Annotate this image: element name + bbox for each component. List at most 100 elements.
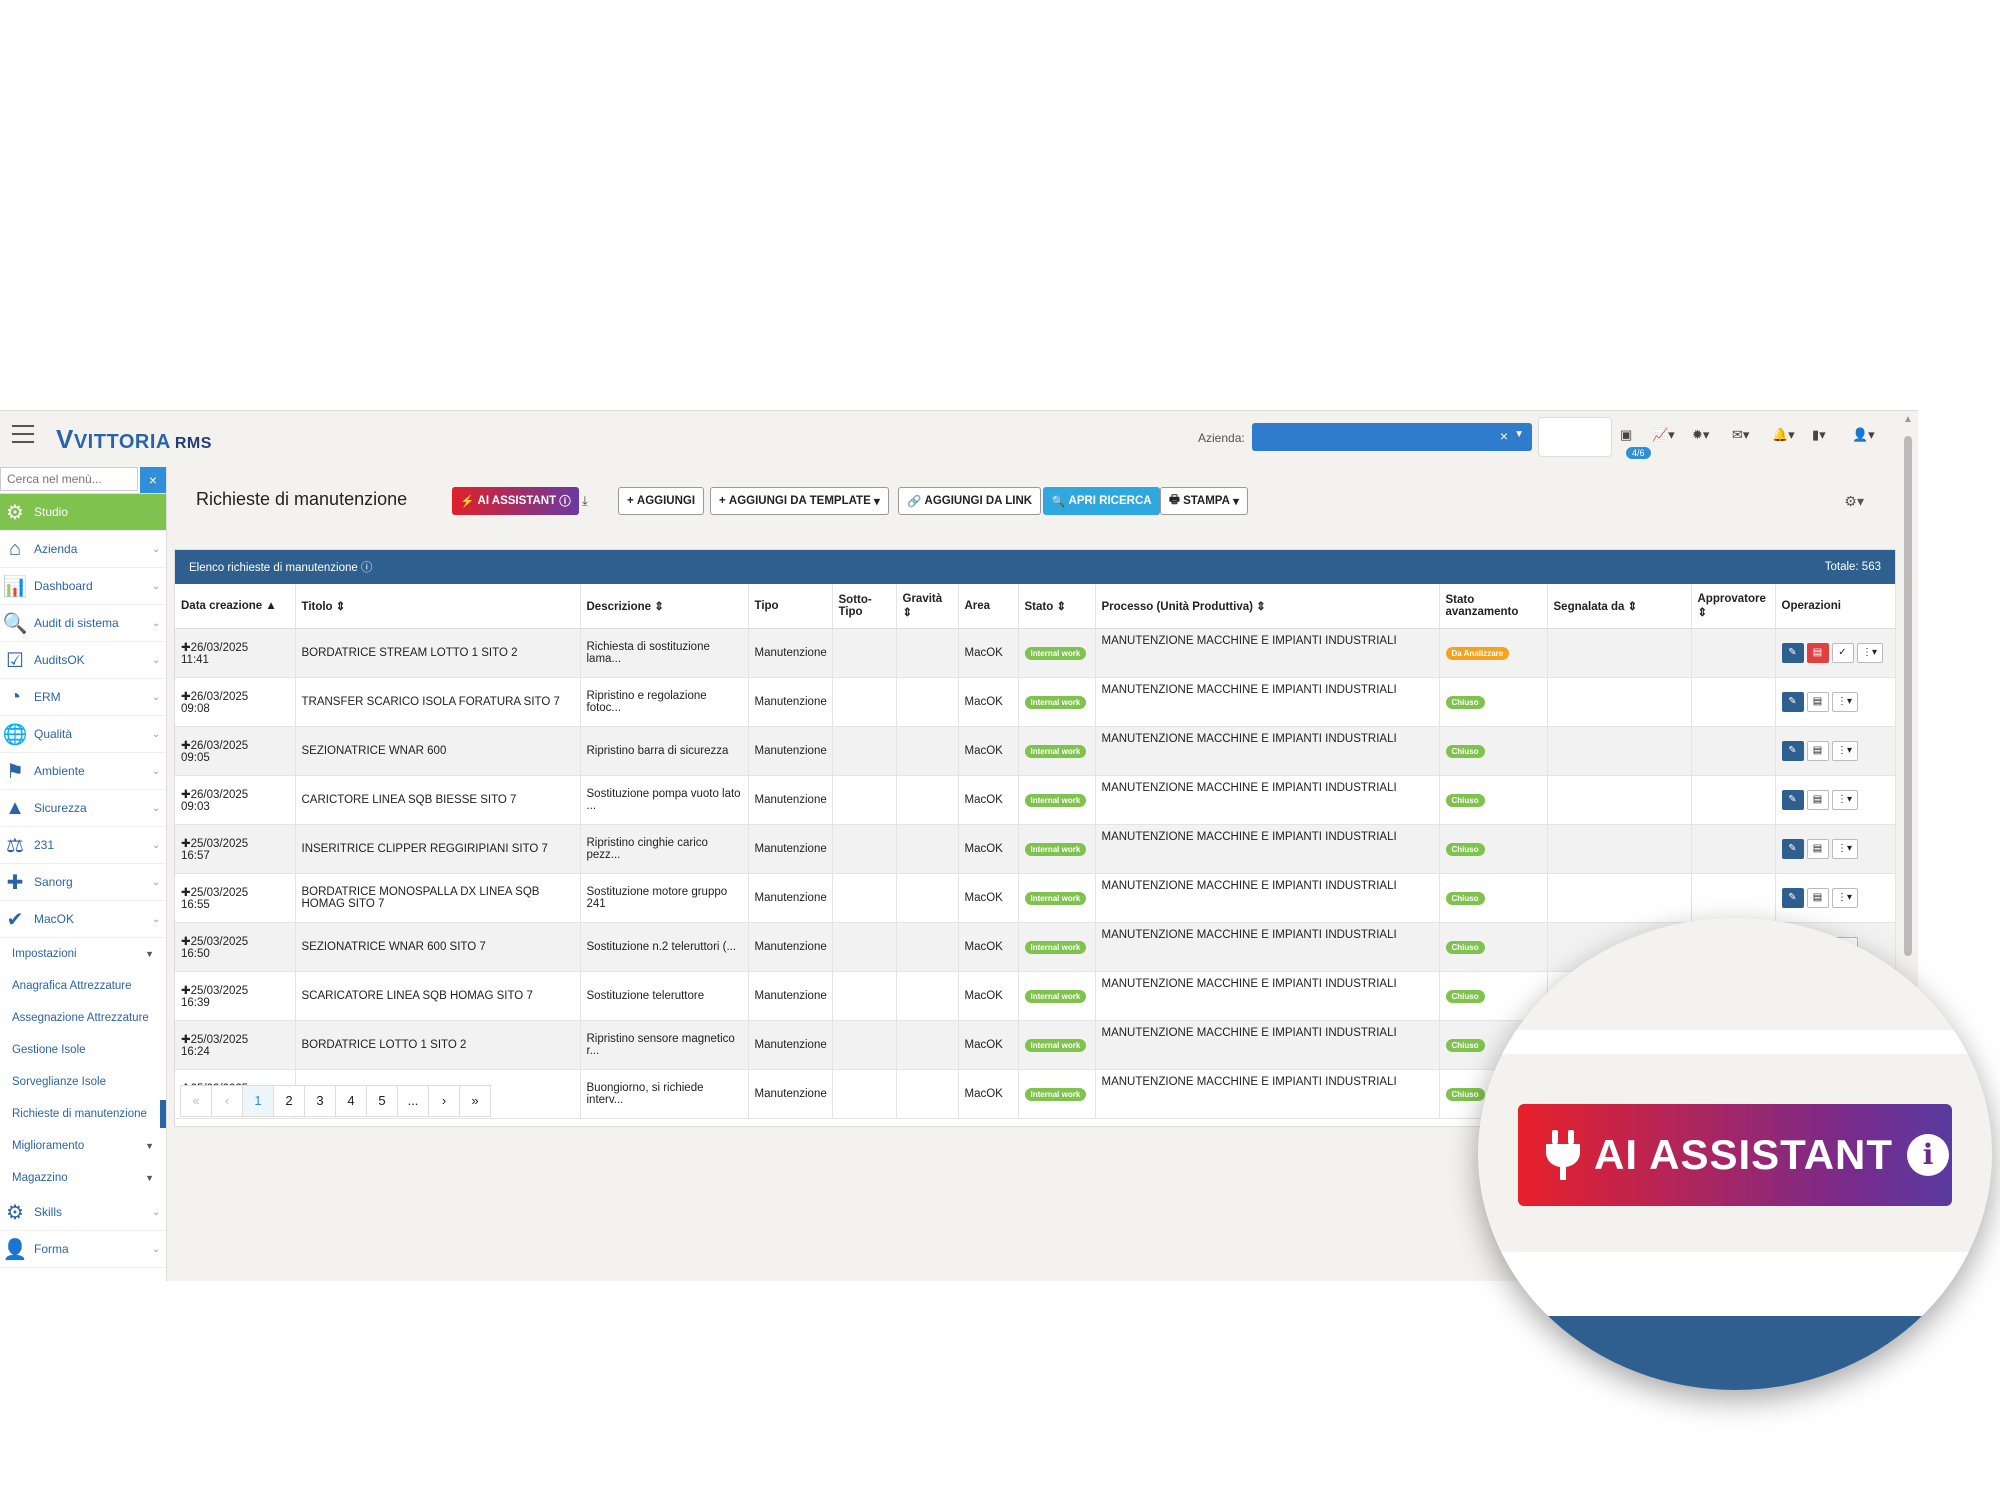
col-titolo[interactable]: Titolo ⇕ (295, 584, 581, 629)
sidebar-item-macok[interactable]: ✔ MacOK ⌄ (0, 901, 166, 938)
table-row[interactable]: ✚26/03/2025 09:08 TRANSFER SCARICO ISOLA F… (175, 677, 1896, 727)
edit-icon[interactable]: ✎ (1781, 643, 1804, 663)
table-row[interactable]: ✚25/03/2025 16:57 INSERITRICE CLIPPER REGG… (175, 824, 1896, 874)
table-row[interactable]: ✚26/03/2025 09:03 CARICTORE LINEA SQB BIES… (175, 775, 1896, 825)
expand-icon[interactable]: ✚ (181, 985, 191, 997)
page-first-button[interactable]: « (180, 1085, 212, 1117)
sidebar-item-audit-di-sistema[interactable]: 🔍 Audit di sistema ⌄ (0, 605, 166, 642)
gear-icon[interactable]: ⚙▾ (1844, 493, 1864, 510)
print-button[interactable]: 🖶 STAMPA ▾ (1160, 487, 1248, 515)
inbox-icon[interactable]: ▣ (1620, 427, 1632, 443)
page-button[interactable]: 5 (366, 1085, 398, 1117)
scroll-thumb[interactable] (1904, 436, 1912, 956)
edit-icon[interactable]: ✎ (1781, 839, 1804, 859)
expand-icon[interactable]: ✚ (181, 642, 191, 654)
sidebar-item-dashboard[interactable]: 📊 Dashboard ⌄ (0, 568, 166, 605)
calendar-icon[interactable]: ▤ (1806, 643, 1829, 663)
sidebar-item-sicurezza[interactable]: ▲ Sicurezza ⌄ (0, 790, 166, 827)
add-from-link-button[interactable]: 🔗 AGGIUNGI DA LINK (898, 487, 1042, 515)
download-icon[interactable]: ⤓ (582, 493, 588, 509)
azienda-select[interactable]: × ▼ (1252, 423, 1532, 451)
page-next-button[interactable]: › (428, 1085, 460, 1117)
submenu-item-anagrafica-attrezzature[interactable]: Anagrafica Attrezzature (0, 970, 166, 1002)
sidebar-item-forma[interactable]: 👤 Forma ⌄ (0, 1231, 166, 1268)
sidebar-item-231[interactable]: ⚖ 231 ⌄ (0, 827, 166, 864)
col-descrizione[interactable]: Descrizione ⇕ (580, 584, 749, 629)
bug-icon[interactable]: ✹▾ (1692, 427, 1709, 443)
sidebar-item-ambiente[interactable]: ⚑ Ambiente ⌄ (0, 753, 166, 790)
col-processo[interactable]: Processo (Unità Produttiva) ⇕ (1095, 584, 1440, 629)
submenu-item-richieste-di-manutenzione[interactable]: Richieste di manutenzione (0, 1098, 166, 1130)
list-icon[interactable]: ▤ (1806, 790, 1829, 810)
azienda-clear-icon[interactable]: × (1500, 428, 1508, 444)
check-icon[interactable]: ✓ (1831, 643, 1854, 663)
more-options-icon[interactable]: ⋮▾ (1856, 643, 1883, 663)
submenu-item-sorveglianze-isole[interactable]: Sorveglianze Isole (0, 1066, 166, 1098)
scroll-up-icon[interactable]: ▲ (1903, 414, 1913, 425)
edit-icon[interactable]: ✎ (1781, 692, 1804, 712)
sidebar-item-erm[interactable]: ◔ ERM ⌄ (0, 679, 166, 716)
page-button[interactable]: 4 (335, 1085, 367, 1117)
more-options-icon[interactable]: ⋮▾ (1831, 839, 1858, 859)
open-search-button[interactable]: 🔍 APRI RICERCA (1043, 487, 1160, 515)
expand-icon[interactable]: ✚ (181, 691, 191, 703)
page-button[interactable]: 3 (304, 1085, 336, 1117)
table-row[interactable]: ✚25/03/2025 16:55 BORDATRICE MONOSPALLA DX… (175, 873, 1896, 923)
submenu-item-magazzino[interactable]: Magazzino ▼ (0, 1162, 166, 1194)
menu-search-input[interactable] (0, 467, 138, 491)
chart-icon[interactable]: 📈▾ (1652, 427, 1675, 443)
sidebar-item-qualit-[interactable]: 🌐 Qualità ⌄ (0, 716, 166, 753)
more-options-icon[interactable]: ⋮▾ (1831, 692, 1858, 712)
submenu-item-assegnazione-attrezzature[interactable]: Assegnazione Attrezzature (0, 1002, 166, 1034)
submenu-item-gestione-isole[interactable]: Gestione Isole (0, 1034, 166, 1066)
more-options-icon[interactable]: ⋮▾ (1831, 790, 1858, 810)
col-gravita[interactable]: Gravità ⇕ (896, 584, 959, 629)
expand-icon[interactable]: ✚ (181, 936, 191, 948)
sidebar-item-auditsok[interactable]: ☑ AuditsOK ⌄ (0, 642, 166, 679)
edit-icon[interactable]: ✎ (1781, 790, 1804, 810)
col-stato[interactable]: Stato ⇕ (1018, 584, 1096, 629)
page-button[interactable]: ... (397, 1085, 429, 1117)
col-data-creazione[interactable]: Data creazione ▲ (175, 584, 296, 629)
list-icon[interactable]: ▤ (1806, 839, 1829, 859)
list-icon[interactable]: ▤ (1806, 888, 1829, 908)
hamburger-menu-icon[interactable] (12, 425, 34, 443)
bell-icon[interactable]: 🔔▾ (1772, 427, 1795, 443)
edit-icon[interactable]: ✎ (1781, 888, 1804, 908)
info-icon[interactable]: ⓘ (358, 562, 373, 574)
page-last-button[interactable]: » (459, 1085, 491, 1117)
empty-field[interactable] (1538, 417, 1612, 457)
expand-icon[interactable]: ✚ (181, 1034, 191, 1046)
sidebar-item-sanorg[interactable]: ✚ Sanorg ⌄ (0, 864, 166, 901)
expand-icon[interactable]: ✚ (181, 740, 191, 752)
ai-assistant-button[interactable]: ⚡ AI ASSISTANT ⓘ (452, 487, 579, 515)
add-button[interactable]: + AGGIUNGI (618, 487, 705, 515)
sidebar-item-skills[interactable]: ⚙ Skills ⌄ (0, 1194, 166, 1231)
col-approvatore[interactable]: Approvatore ⇕ (1691, 584, 1776, 629)
edit-icon[interactable]: ✎ (1781, 741, 1804, 761)
expand-icon[interactable]: ✚ (181, 838, 191, 850)
add-from-template-button[interactable]: + AGGIUNGI DA TEMPLATE ▾ (710, 487, 889, 515)
more-options-icon[interactable]: ⋮▾ (1831, 741, 1858, 761)
page-button[interactable]: 1 (242, 1085, 274, 1117)
table-row[interactable]: ✚26/03/2025 09:05 SEZIONATRICE WNAR 600 Rip… (175, 726, 1896, 776)
mail-icon[interactable]: ✉▾ (1732, 427, 1749, 443)
expand-icon[interactable]: ✚ (181, 789, 191, 801)
ai-assistant-zoomed-button[interactable]: AI ASSISTANT i (1518, 1104, 1952, 1206)
sidebar-item-studio[interactable]: ⚙ Studio ⌄ (0, 494, 166, 531)
expand-icon[interactable]: ✚ (181, 887, 191, 899)
more-options-icon[interactable]: ⋮▾ (1831, 888, 1858, 908)
page-prev-button[interactable]: ‹ (211, 1085, 243, 1117)
col-segnalata[interactable]: Segnalata da ⇕ (1547, 584, 1692, 629)
submenu-item-miglioramento[interactable]: Miglioramento ▼ (0, 1130, 166, 1162)
app-logo[interactable]: VVITTORIA RMS (56, 424, 212, 455)
table-row[interactable]: ✚26/03/2025 11:41 BORDATRICE STREAM LOTTO … (175, 628, 1896, 678)
list-icon[interactable]: ▤ (1806, 692, 1829, 712)
user-icon[interactable]: 👤▾ (1852, 427, 1875, 443)
sidebar-item-azienda[interactable]: ⌂ Azienda ⌄ (0, 531, 166, 568)
chevron-down-icon[interactable]: ▼ (1514, 429, 1524, 440)
list-icon[interactable]: ▤ (1806, 741, 1829, 761)
battery-icon[interactable]: ▮▾ (1812, 427, 1826, 443)
submenu-item-impostazioni[interactable]: Impostazioni ▼ (0, 938, 166, 970)
search-clear-button[interactable]: × (140, 467, 166, 493)
